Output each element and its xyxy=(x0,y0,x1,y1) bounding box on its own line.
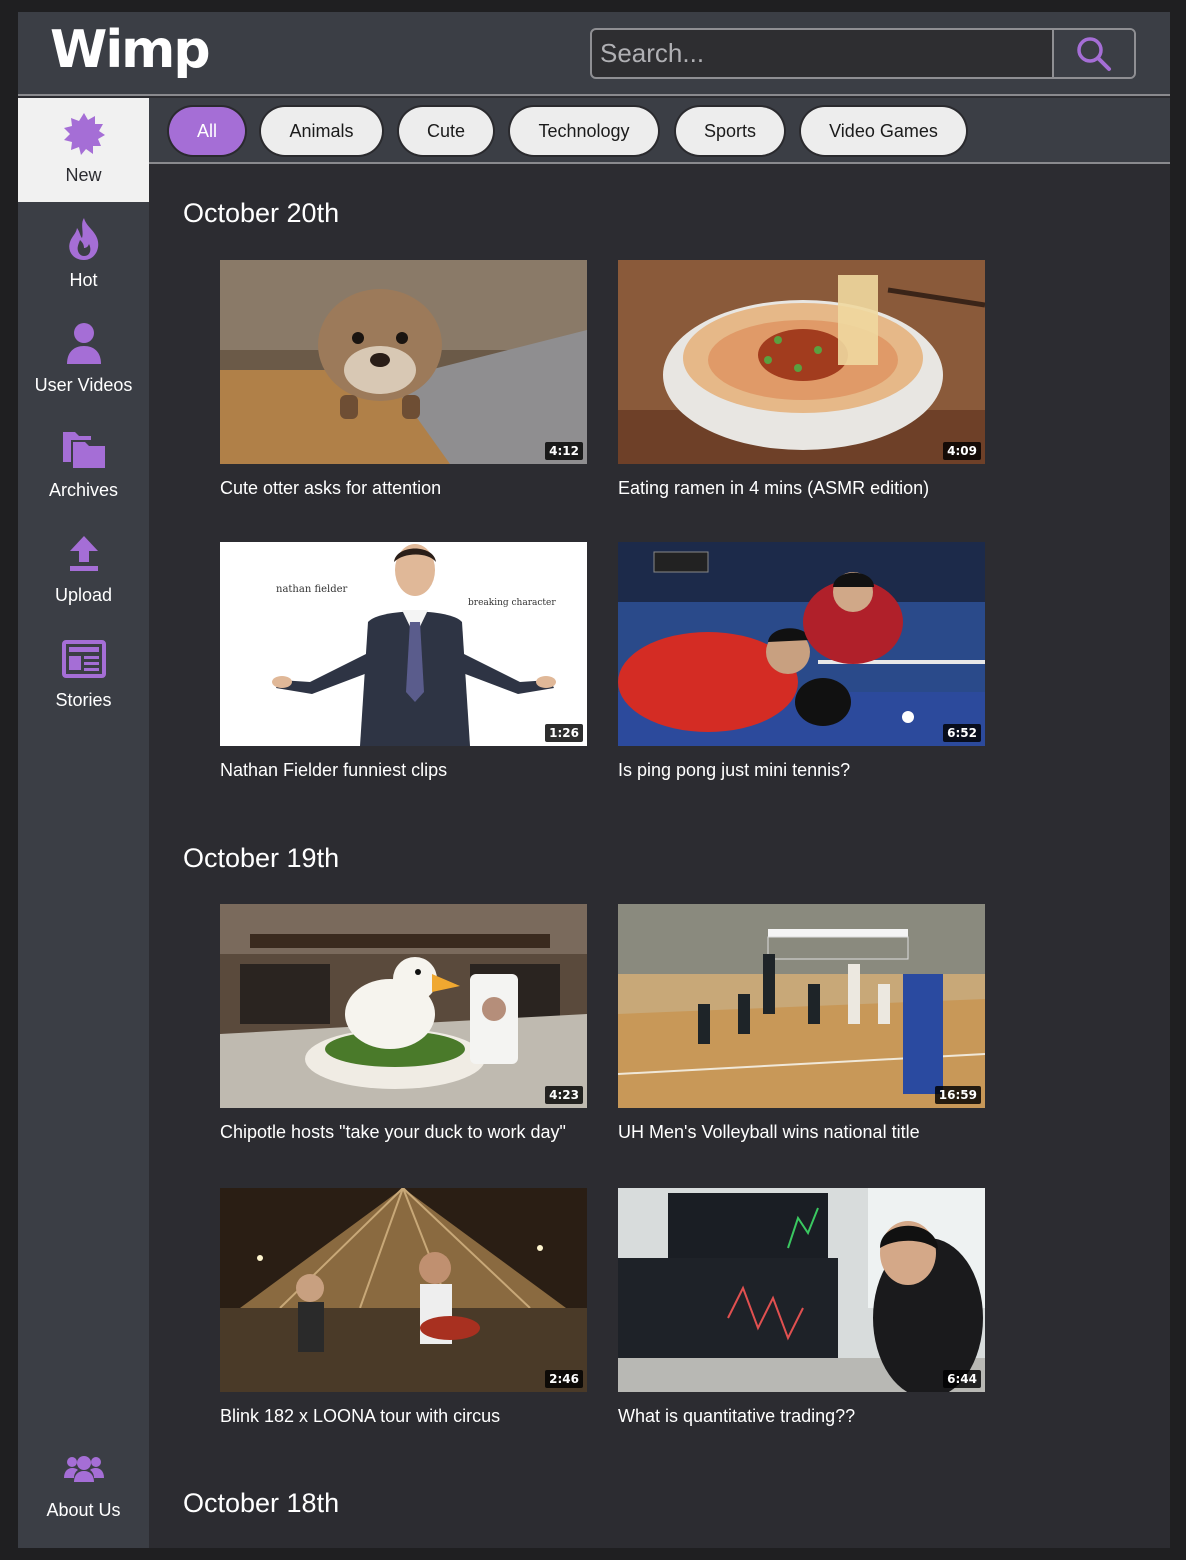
video-card[interactable]: 16:59 UH Men's Volleyball wins national … xyxy=(618,904,985,1143)
video-duration: 6:44 xyxy=(943,1370,981,1388)
sidebar-item-label: User Videos xyxy=(34,375,133,395)
thumbnail-caption: nathan fielder xyxy=(276,584,348,595)
video-title[interactable]: Blink 182 x LOONA tour with circus xyxy=(220,1406,587,1427)
logo[interactable]: Wimp xyxy=(50,22,211,78)
sidebar-item-label: Hot xyxy=(69,270,98,290)
sidebar-item-upload[interactable]: Upload xyxy=(18,518,149,622)
video-title[interactable]: What is quantitative trading?? xyxy=(618,1406,985,1427)
section-date-heading: October 20th xyxy=(183,198,340,228)
video-thumbnail[interactable]: 6:52 xyxy=(618,542,985,746)
video-card[interactable]: 6:44 What is quantitative trading?? xyxy=(618,1188,985,1427)
search-icon xyxy=(1077,36,1111,71)
sidebar-item-label: About Us xyxy=(46,1500,121,1520)
video-duration: 4:23 xyxy=(545,1086,583,1104)
category-chip-cute[interactable]: Cute xyxy=(399,107,493,155)
video-thumbnail[interactable]: nathan fielder breaking character 1:26 xyxy=(220,542,587,746)
sidebar-item-archives[interactable]: Archives xyxy=(18,413,149,517)
sidebar-item-hot[interactable]: Hot xyxy=(18,203,149,307)
sidebar: New Hot User Videos Archives Upload Stor… xyxy=(18,98,149,1548)
thumbnail-caption: breaking character xyxy=(468,598,556,608)
video-card[interactable]: nathan fielder breaking character 1:26 N… xyxy=(220,542,587,781)
video-thumbnail[interactable]: 4:23 xyxy=(220,904,587,1108)
search-input[interactable] xyxy=(592,30,1052,77)
video-card[interactable]: 4:09 Eating ramen in 4 mins (ASMR editio… xyxy=(618,260,985,499)
users-icon xyxy=(63,1456,104,1482)
category-chip-sports[interactable]: Sports xyxy=(676,107,784,155)
upload-icon xyxy=(69,536,98,571)
app-window: Wimp New xyxy=(18,12,1170,1548)
sidebar-item-label: Upload xyxy=(54,585,113,605)
sidebar-item-stories[interactable]: Stories xyxy=(18,623,149,727)
user-icon xyxy=(66,323,101,364)
video-duration: 2:46 xyxy=(545,1370,583,1388)
search-bar xyxy=(590,28,1136,79)
sidebar-item-about-us[interactable]: About Us xyxy=(18,1433,149,1537)
video-duration: 6:52 xyxy=(943,724,981,742)
video-thumbnail[interactable]: 2:46 xyxy=(220,1188,587,1392)
video-card[interactable]: 4:23 Chipotle hosts "take your duck to w… xyxy=(220,904,587,1143)
folders-icon xyxy=(62,432,105,468)
video-duration: 16:59 xyxy=(934,1086,981,1104)
sidebar-item-label: Stories xyxy=(55,690,112,710)
video-card[interactable]: 2:46 Blink 182 x LOONA tour with circus xyxy=(220,1188,587,1427)
newspaper-icon xyxy=(61,640,106,678)
video-card[interactable]: 6:52 Is ping pong just mini tennis? xyxy=(618,542,985,781)
video-thumbnail[interactable]: 4:12 xyxy=(220,260,587,464)
video-title[interactable]: Cute otter asks for attention xyxy=(220,478,587,499)
category-chip-technology[interactable]: Technology xyxy=(510,107,658,155)
sidebar-item-new[interactable]: New xyxy=(18,98,149,202)
sidebar-item-user-videos[interactable]: User Videos xyxy=(18,308,149,412)
sidebar-item-label: Archives xyxy=(48,480,119,500)
video-title[interactable]: Is ping pong just mini tennis? xyxy=(618,760,985,781)
video-title[interactable]: UH Men's Volleyball wins national title xyxy=(618,1122,985,1143)
flame-icon xyxy=(68,218,98,260)
video-duration: 4:12 xyxy=(545,442,583,460)
section-date-heading: October 19th xyxy=(183,843,340,873)
video-thumbnail[interactable]: 16:59 xyxy=(618,904,985,1108)
top-header: Wimp xyxy=(18,12,1170,96)
video-thumbnail[interactable]: 6:44 xyxy=(618,1188,985,1392)
category-chip-all[interactable]: All xyxy=(169,107,245,155)
search-button[interactable] xyxy=(1052,30,1134,77)
sidebar-item-label: New xyxy=(65,165,102,185)
video-title[interactable]: Nathan Fielder funniest clips xyxy=(220,760,587,781)
video-title[interactable]: Chipotle hosts "take your duck to work d… xyxy=(220,1122,587,1143)
video-thumbnail[interactable]: 4:09 xyxy=(618,260,985,464)
category-chip-animals[interactable]: Animals xyxy=(261,107,382,155)
video-duration: 1:26 xyxy=(545,724,583,742)
video-title[interactable]: Eating ramen in 4 mins (ASMR edition) xyxy=(618,478,985,499)
category-bar: All Animals Cute Technology Sports Video… xyxy=(149,98,1170,164)
section-date-heading: October 18th xyxy=(183,1488,340,1518)
video-card[interactable]: 4:12 Cute otter asks for attention xyxy=(220,260,587,499)
category-chip-video-games[interactable]: Video Games xyxy=(801,107,966,155)
video-duration: 4:09 xyxy=(943,442,981,460)
starburst-icon xyxy=(63,113,105,155)
